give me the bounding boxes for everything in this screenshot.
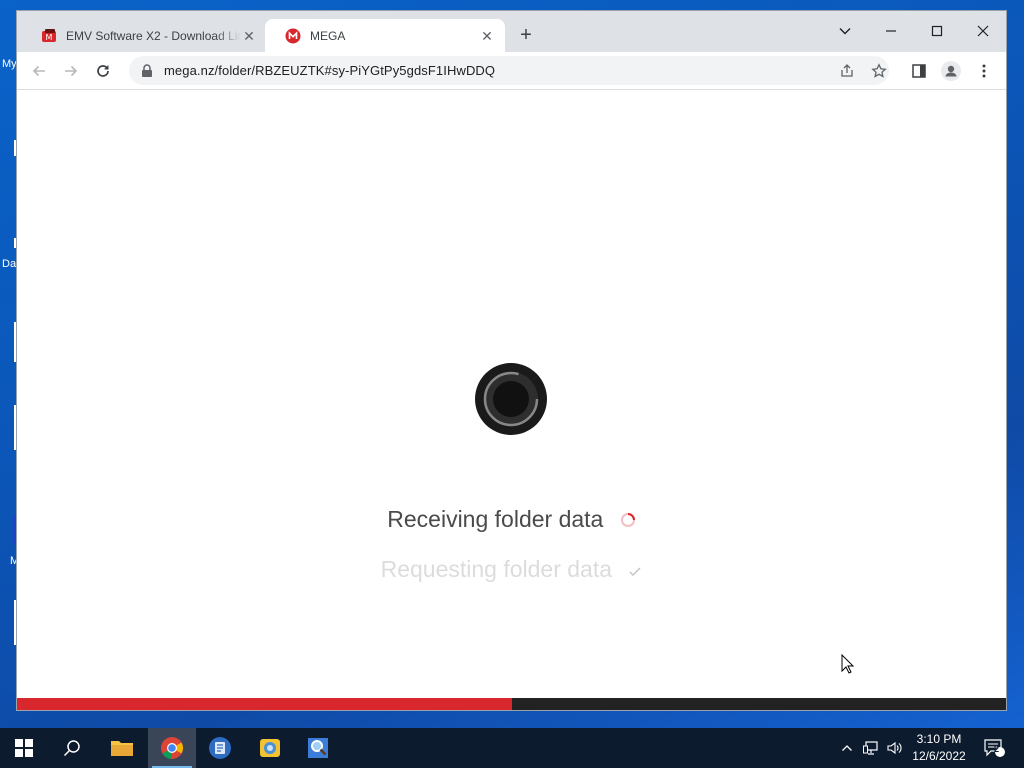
search-icon[interactable]	[48, 728, 96, 768]
close-window-button[interactable]	[960, 17, 1006, 45]
back-button[interactable]	[25, 57, 53, 85]
mega-icon	[285, 28, 301, 44]
minimize-button[interactable]	[868, 17, 914, 45]
url-text: mega.nz/folder/RBZEUZTK#sy-PiYGtPy5gdsF1…	[164, 63, 496, 78]
reload-button[interactable]	[89, 57, 117, 85]
tab-strip: M EMV Software X2 - Download Lin ✕ MEGA …	[17, 11, 1006, 52]
network-icon[interactable]	[861, 728, 881, 768]
maximize-button[interactable]	[914, 17, 960, 45]
app-icon[interactable]	[294, 728, 342, 768]
file-explorer-icon[interactable]	[98, 728, 146, 768]
loading-spinner-icon	[620, 507, 636, 534]
tab-emv-software[interactable]: M EMV Software X2 - Download Lin ✕	[21, 19, 267, 52]
tab-title: MEGA	[310, 28, 346, 43]
mega-folder-icon: M	[41, 28, 57, 44]
desktop-icon-label[interactable]: Da	[2, 258, 16, 270]
menu-kebab-icon[interactable]	[970, 57, 998, 85]
desktop-icon-label[interactable]: My	[2, 58, 17, 70]
clock-date: 12/6/2022	[912, 749, 966, 763]
checkmark-icon	[628, 557, 642, 584]
side-panel-icon[interactable]	[905, 57, 933, 85]
new-tab-button[interactable]: +	[514, 24, 538, 48]
profile-avatar[interactable]	[937, 57, 965, 85]
close-tab-icon[interactable]: ✕	[241, 28, 257, 44]
chrome-icon[interactable]	[148, 728, 196, 768]
svg-text:M: M	[46, 33, 53, 42]
taskbar: 3:10 PM 12/6/2022 2	[0, 728, 1024, 768]
tab-search-icon[interactable]	[822, 17, 868, 45]
page-content: Receiving folder data Requesting folder …	[17, 90, 1006, 698]
app-icon[interactable]	[246, 728, 294, 768]
chevron-up-icon[interactable]	[838, 728, 856, 768]
status-receiving-text: Receiving folder data	[387, 506, 604, 532]
notification-count: 2	[994, 744, 1000, 754]
status-requesting: Requesting folder data	[17, 556, 1006, 584]
clock-time: 3:10 PM	[916, 732, 962, 746]
loading-progress-bar	[17, 698, 1006, 710]
start-button[interactable]	[0, 728, 48, 768]
tab-mega[interactable]: MEGA ✕	[265, 19, 505, 52]
mega-loading-logo	[475, 363, 547, 435]
browser-toolbar: mega.nz/folder/RBZEUZTK#sy-PiYGtPy5gdsF1…	[17, 52, 1006, 89]
address-bar[interactable]: mega.nz/folder/RBZEUZTK#sy-PiYGtPy5gdsF1…	[129, 56, 889, 85]
desktop-strip: My Da M	[0, 0, 19, 728]
close-tab-icon[interactable]: ✕	[479, 28, 495, 44]
mouse-cursor-icon	[841, 653, 855, 679]
notification-center-icon[interactable]: 2	[980, 728, 1008, 768]
status-requesting-text: Requesting folder data	[380, 556, 613, 582]
status-receiving: Receiving folder data	[17, 506, 1006, 534]
app-icon[interactable]	[196, 728, 244, 768]
share-icon[interactable]	[839, 63, 855, 79]
lock-icon[interactable]	[140, 63, 154, 78]
loading-progress-fill	[17, 698, 512, 710]
tab-title: EMV Software X2 - Download Lin	[66, 28, 241, 43]
forward-button[interactable]	[57, 57, 85, 85]
browser-window: M EMV Software X2 - Download Lin ✕ MEGA …	[17, 11, 1006, 710]
system-clock[interactable]: 3:10 PM 12/6/2022	[900, 731, 978, 765]
bookmark-star-icon[interactable]	[871, 63, 887, 79]
